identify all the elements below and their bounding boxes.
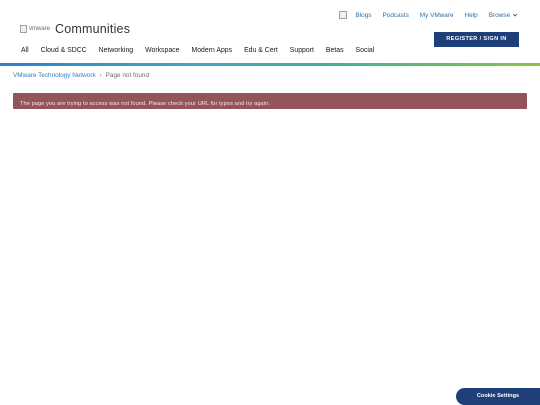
nav-item-support[interactable]: Support <box>290 47 314 54</box>
error-alert-message: The page you are trying to access was no… <box>20 101 270 107</box>
main-nav: All Cloud & SDCC Networking Workspace Mo… <box>21 47 386 54</box>
logo-alt-text: vmware <box>29 26 51 32</box>
error-alert: The page you are trying to access was no… <box>13 93 527 109</box>
util-link-help[interactable]: Help <box>465 12 478 19</box>
breadcrumb: VMware Technology Network › Page not fou… <box>13 72 149 79</box>
browse-label: Browse <box>488 11 510 19</box>
util-link-my-vmware[interactable]: My VMware <box>420 12 454 19</box>
nav-item-workspace[interactable]: Workspace <box>145 47 179 54</box>
site-header: vmware Communities Blogs Podcasts My VMw… <box>0 0 540 64</box>
chevron-down-icon <box>512 13 518 17</box>
breadcrumb-root-link[interactable]: VMware Technology Network <box>13 72 96 79</box>
util-link-blogs[interactable]: Blogs <box>356 12 372 19</box>
util-link-podcasts[interactable]: Podcasts <box>383 12 409 19</box>
logo-link[interactable]: vmware Communities <box>20 22 130 36</box>
nav-item-networking[interactable]: Networking <box>99 47 133 54</box>
vmware-logo: vmware <box>20 25 50 33</box>
utility-nav: Blogs Podcasts My VMware Help Browse <box>338 11 519 19</box>
broken-image-icon <box>338 11 347 19</box>
cookie-settings-button[interactable]: Cookie Settings <box>456 388 540 405</box>
nav-item-betas[interactable]: Betas <box>326 47 344 54</box>
nav-item-social[interactable]: Social <box>356 47 375 54</box>
breadcrumb-separator: › <box>99 72 102 79</box>
register-sign-in-button[interactable]: REGISTER / SIGN IN <box>434 32 519 47</box>
nav-item-modern-apps[interactable]: Modern Apps <box>191 47 232 54</box>
breadcrumb-current: Page not found <box>105 72 149 79</box>
broken-image-icon <box>20 25 27 33</box>
browse-dropdown[interactable]: Browse <box>489 12 518 19</box>
site-title[interactable]: Communities <box>55 22 130 36</box>
nav-item-all[interactable]: All <box>21 47 29 54</box>
nav-item-edu-cert[interactable]: Edu & Cert <box>244 47 278 54</box>
nav-item-cloud-sdcc[interactable]: Cloud & SDCC <box>41 47 87 54</box>
accent-bar <box>0 63 540 66</box>
